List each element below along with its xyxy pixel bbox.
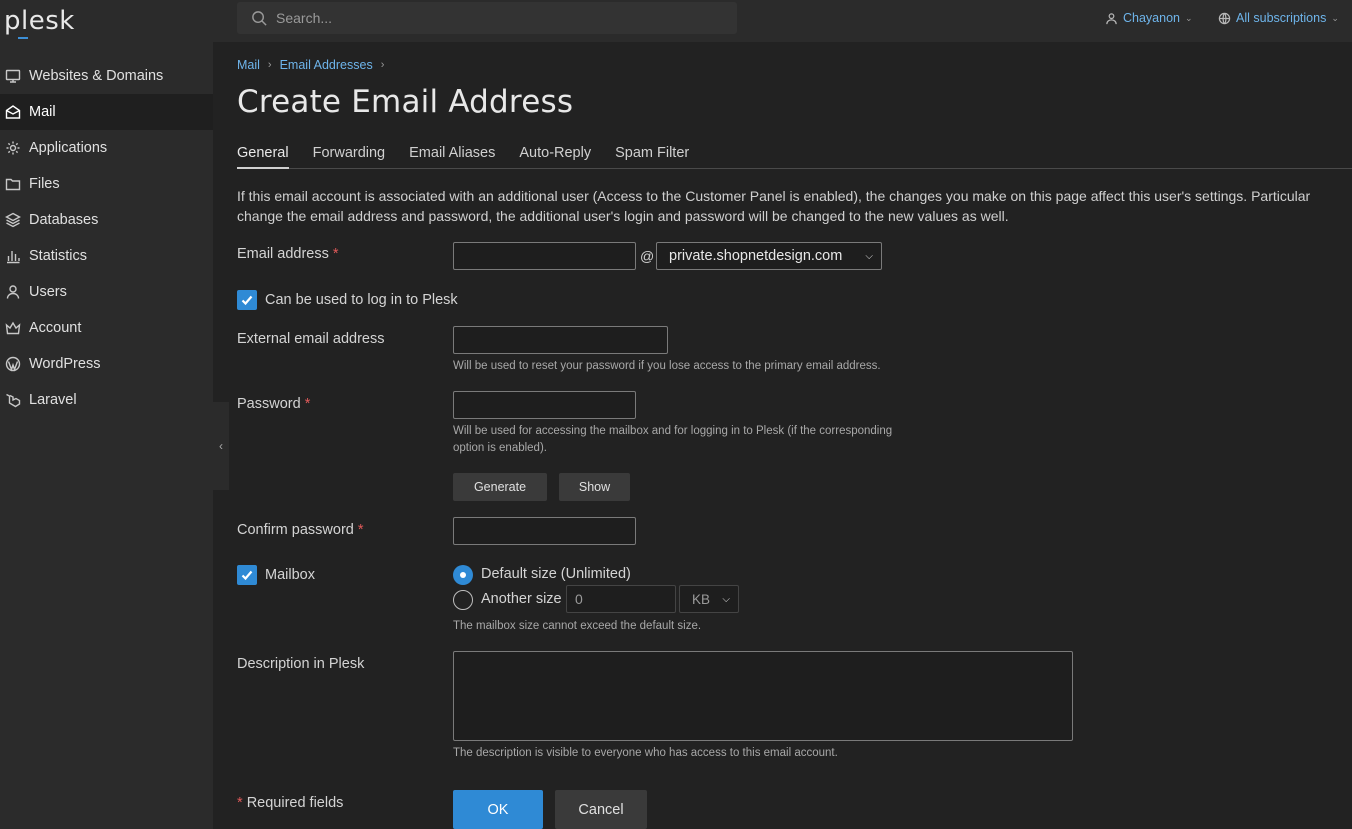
user-name: Chayanon	[1123, 11, 1180, 25]
checkmark-icon	[241, 570, 253, 581]
folder-icon	[5, 176, 21, 192]
sidebar-item-label: Websites & Domains	[29, 68, 164, 84]
sidebar-item-label: Databases	[29, 212, 99, 228]
top-bar: Chayanon ⌄ All subscriptions ⌄	[213, 0, 1352, 42]
chevron-right-icon: ›	[267, 59, 272, 71]
mailbox-checkbox[interactable]	[237, 565, 257, 585]
globe-icon	[1218, 12, 1236, 25]
password-hint: Will be used for accessing the mailbox a…	[453, 425, 893, 454]
gear-icon	[5, 140, 21, 156]
breadcrumb-email-addresses[interactable]: Email Addresses	[280, 58, 373, 72]
size-unit-select[interactable]: KB ⌵	[679, 585, 739, 613]
at-sign: @	[640, 248, 655, 264]
domain-select-value: private.shopnetdesign.com	[669, 248, 843, 264]
sidebar-item-wordpress[interactable]: WordPress	[0, 346, 213, 382]
show-password-button[interactable]: Show	[559, 473, 630, 501]
sidebar-item-websites-domains[interactable]: Websites & Domains	[0, 58, 213, 94]
breadcrumb-mail[interactable]: Mail	[237, 58, 260, 72]
sidebar: plesk Websites & Domains Mail Applicatio…	[0, 0, 213, 829]
user-icon	[1105, 12, 1123, 25]
sidebar-item-label: WordPress	[29, 356, 101, 372]
external-email-hint: Will be used to reset your password if y…	[453, 360, 881, 372]
layers-icon	[5, 212, 21, 228]
sidebar-item-laravel[interactable]: Laravel	[0, 382, 213, 418]
wordpress-icon	[5, 356, 21, 372]
cancel-button[interactable]: Cancel	[555, 790, 647, 829]
confirm-password-field[interactable]	[453, 517, 636, 545]
size-unit-value: KB	[692, 591, 711, 607]
sidebar-item-files[interactable]: Files	[0, 166, 213, 202]
tab-bar: General Forwarding Email Aliases Auto-Re…	[237, 145, 1352, 169]
generate-button[interactable]: Generate	[453, 473, 547, 501]
sidebar-item-label: Applications	[29, 140, 108, 156]
tab-email-aliases[interactable]: Email Aliases	[409, 145, 495, 169]
search-icon	[252, 10, 267, 26]
page-title: Create Email Address	[237, 84, 574, 120]
another-size-radio[interactable]	[453, 590, 473, 610]
sidebar-item-label: Statistics	[29, 248, 88, 264]
email-address-label: Email address *	[237, 246, 339, 262]
ok-button[interactable]: OK	[453, 790, 543, 829]
domain-select[interactable]: private.shopnetdesign.com ⌵	[656, 242, 882, 270]
sidebar-item-account[interactable]: Account	[0, 310, 213, 346]
notice-line-1: If this email account is associated with…	[237, 188, 1311, 204]
mailbox-checkbox-label: Mailbox	[265, 567, 315, 583]
mail-icon	[5, 104, 21, 120]
chevron-down-icon: ⌄	[1331, 12, 1339, 23]
search-box	[237, 2, 737, 34]
notice-line-2: change the email address and password, t…	[237, 208, 1009, 224]
login-checkbox[interactable]	[237, 290, 257, 310]
description-label: Description in Plesk	[237, 656, 365, 672]
subscriptions-label: All subscriptions	[1236, 11, 1327, 25]
search-input[interactable]	[276, 10, 696, 26]
another-size-label: Another size	[481, 591, 562, 607]
password-label: Password *	[237, 396, 311, 412]
sidebar-item-statistics[interactable]: Statistics	[0, 238, 213, 274]
breadcrumb: Mail › Email Addresses ›	[237, 58, 392, 72]
tab-general[interactable]: General	[237, 145, 289, 169]
chevron-down-icon: ⌄	[1185, 12, 1193, 23]
default-size-radio[interactable]	[453, 565, 473, 585]
required-fields-note: * Required fields	[237, 795, 344, 811]
info-notice: If this email account is associated with…	[237, 186, 1352, 226]
description-hint: The description is visible to everyone w…	[453, 747, 838, 759]
login-checkbox-label: Can be used to log in to Plesk	[265, 292, 458, 308]
user-menu[interactable]: Chayanon ⌄	[1105, 11, 1193, 25]
sidebar-item-databases[interactable]: Databases	[0, 202, 213, 238]
confirm-password-label: Confirm password *	[237, 522, 364, 538]
sidebar-item-label: Laravel	[29, 392, 77, 408]
sidebar-item-label: Users	[29, 284, 67, 300]
subscriptions-menu[interactable]: All subscriptions ⌄	[1218, 11, 1339, 25]
another-size-field[interactable]	[566, 585, 676, 613]
mailbox-hint: The mailbox size cannot exceed the defau…	[453, 620, 702, 632]
tab-auto-reply[interactable]: Auto-Reply	[519, 145, 591, 169]
external-email-field[interactable]	[453, 326, 668, 354]
monitor-icon	[5, 68, 21, 84]
user-icon	[5, 284, 21, 300]
chevron-left-icon: ‹	[219, 439, 223, 453]
checkmark-icon	[241, 295, 253, 306]
default-size-label: Default size (Unlimited)	[481, 566, 631, 582]
plesk-logo[interactable]: plesk	[4, 6, 75, 39]
tab-spam-filter[interactable]: Spam Filter	[615, 145, 689, 169]
chevron-down-icon: ⌵	[865, 250, 873, 262]
sidebar-item-applications[interactable]: Applications	[0, 130, 213, 166]
sidebar-collapse-button[interactable]: ‹	[213, 402, 229, 490]
chevron-right-icon: ›	[380, 59, 385, 71]
tab-forwarding[interactable]: Forwarding	[313, 145, 386, 169]
crown-icon	[5, 320, 21, 336]
password-field[interactable]	[453, 391, 636, 419]
external-email-label: External email address	[237, 331, 385, 347]
description-textarea[interactable]	[453, 651, 1073, 741]
laravel-icon	[5, 392, 21, 408]
chevron-down-icon: ⌵	[722, 593, 730, 605]
bar-chart-icon	[5, 248, 21, 264]
email-address-field[interactable]	[453, 242, 636, 270]
sidebar-item-mail[interactable]: Mail	[0, 94, 213, 130]
sidebar-nav: Websites & Domains Mail Applications Fil…	[0, 58, 213, 418]
sidebar-item-label: Account	[29, 320, 82, 336]
sidebar-item-label: Files	[29, 176, 60, 192]
sidebar-item-label: Mail	[29, 104, 56, 120]
sidebar-item-users[interactable]: Users	[0, 274, 213, 310]
